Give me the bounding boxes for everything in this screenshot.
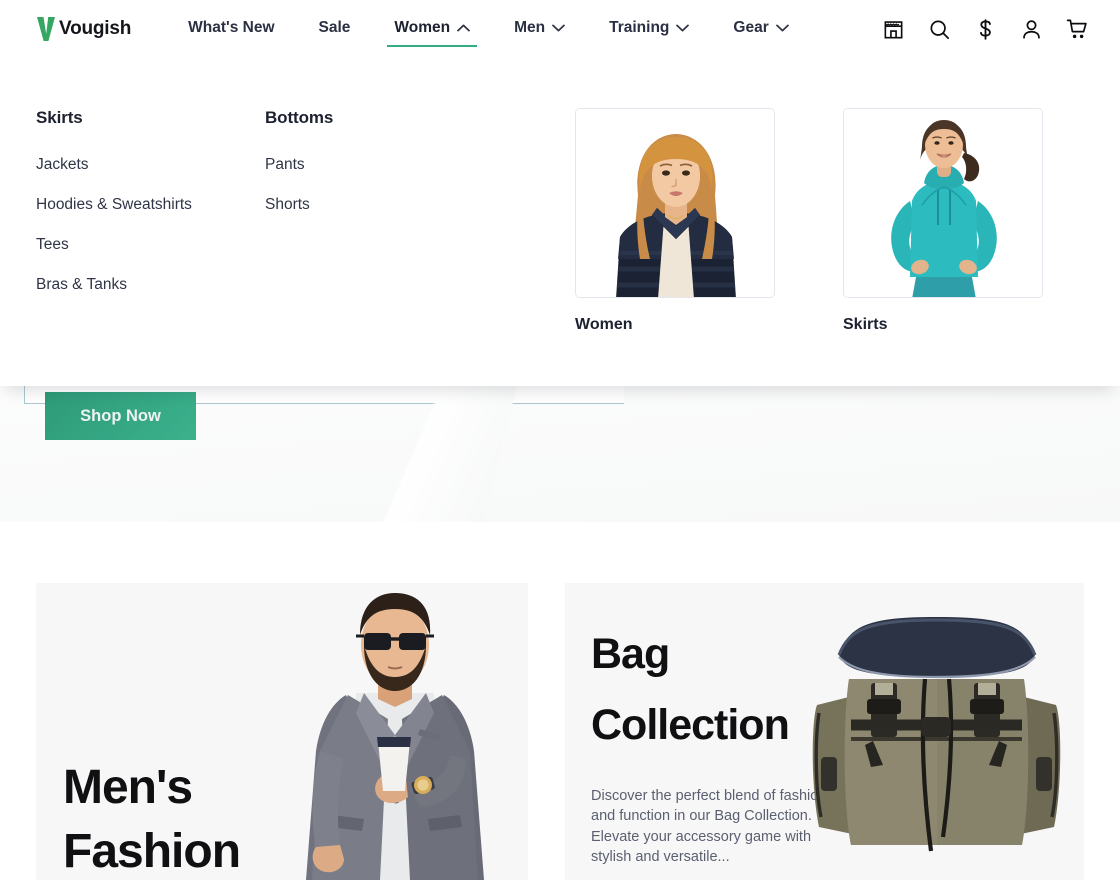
- mega-feature-cards: Women Skirts: [575, 108, 1043, 386]
- promo-title-line: Collection: [591, 701, 790, 750]
- brand-logo[interactable]: Vougish: [36, 16, 131, 42]
- mega-link-hoodies-sweatshirts[interactable]: Hoodies & Sweatshirts: [36, 196, 265, 214]
- currency-dollar-icon[interactable]: [972, 16, 998, 42]
- mega-card-label: Women: [575, 316, 633, 333]
- promo-card-mens-fashion[interactable]: Men's Fashion: [36, 583, 528, 880]
- nav-item-gear[interactable]: Gear: [733, 11, 789, 47]
- promo-title-line: Fashion: [63, 825, 241, 879]
- mega-link-tees[interactable]: Tees: [36, 236, 265, 254]
- mega-column-title: Bottoms: [265, 108, 334, 127]
- mega-column-title: Skirts: [36, 108, 83, 127]
- nav-label: Training: [609, 19, 670, 36]
- chevron-up-icon: [457, 24, 470, 32]
- mega-card-image-skirts: [843, 108, 1043, 298]
- mega-link-pants[interactable]: Pants: [265, 156, 495, 174]
- nav-item-whats-new[interactable]: What's New: [188, 11, 274, 47]
- promo-title: Men's Fashion: [63, 756, 241, 880]
- promo-title-line: Men's: [63, 761, 193, 815]
- mega-link-bras-tanks[interactable]: Bras & Tanks: [36, 276, 265, 294]
- mega-column-bottoms: Bottoms Pants Shorts: [265, 108, 495, 386]
- mega-card-label: Skirts: [843, 316, 888, 333]
- v-mark-icon: [37, 17, 55, 41]
- mega-column-skirts: Skirts Jackets Hoodies & Sweatshirts Tee…: [0, 108, 265, 386]
- promo-card-bag-collection[interactable]: Bag Collection Discover the perfect blen…: [565, 583, 1084, 880]
- nav-label: What's New: [188, 19, 275, 36]
- chevron-down-icon: [552, 24, 565, 32]
- header-actions: [880, 16, 1090, 42]
- site-header: Vougish What's New Sale Women Men Traini…: [0, 0, 1120, 58]
- nav-label: Women: [394, 19, 451, 36]
- search-icon[interactable]: [926, 16, 952, 42]
- promo-description: Discover the perfect blend of fashion an…: [591, 787, 827, 866]
- promo-title: Bag Collection: [591, 619, 841, 762]
- shopping-cart-icon[interactable]: [1064, 16, 1090, 42]
- women-mega-menu-panel: Skirts Jackets Hoodies & Sweatshirts Tee…: [0, 58, 1120, 386]
- mega-link-shorts[interactable]: Shorts: [265, 196, 495, 214]
- brand-name: Vougish: [59, 18, 132, 39]
- chevron-down-icon: [775, 24, 789, 32]
- mega-card-women[interactable]: Women: [575, 108, 775, 386]
- nav-label: Gear: [733, 19, 769, 36]
- nav-item-women[interactable]: Women: [387, 11, 477, 47]
- promo-content: Bag Collection Discover the perfect blen…: [591, 619, 841, 880]
- mega-card-image-women: [575, 108, 775, 298]
- mega-card-skirts[interactable]: Skirts: [843, 108, 1043, 386]
- user-account-icon[interactable]: [1018, 16, 1044, 42]
- chevron-down-icon: [676, 24, 690, 32]
- mega-link-jackets[interactable]: Jackets: [36, 156, 265, 174]
- store-icon[interactable]: [880, 16, 906, 42]
- main-navigation: What's New Sale Women Men Training Gear: [188, 11, 833, 47]
- nav-label: Men: [514, 19, 546, 36]
- promo-title-line: Bag: [591, 630, 670, 678]
- promo-image-backpack: [812, 617, 1061, 852]
- promo-image-mens-fashion: [306, 593, 484, 880]
- nav-item-sale[interactable]: Sale: [319, 11, 351, 47]
- nav-item-men[interactable]: Men: [514, 11, 565, 47]
- nav-item-training[interactable]: Training: [609, 11, 690, 47]
- nav-label: Sale: [318, 19, 351, 36]
- promo-section: Men's Fashion Bag Collection Discover th…: [0, 583, 1120, 880]
- shop-now-button[interactable]: Shop Now: [45, 392, 196, 440]
